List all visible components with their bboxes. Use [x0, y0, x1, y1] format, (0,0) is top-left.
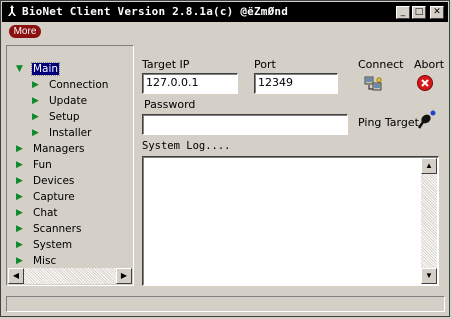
status-bar — [6, 296, 445, 312]
password-label: Password — [144, 98, 196, 111]
abort-icon[interactable] — [416, 74, 434, 95]
tree-item-label: Update — [49, 95, 88, 107]
tree-item-label: Fun — [33, 159, 52, 171]
ping-target-label: Ping Target — [358, 116, 419, 129]
system-log-textarea[interactable]: ▲ ▼ — [142, 156, 439, 286]
title-bar[interactable]: BioNet Client Version 2.8.1a(c) @ëZmØnd … — [2, 2, 448, 22]
tree-item-label: Setup — [49, 111, 80, 123]
log-scroll-track[interactable] — [421, 174, 437, 268]
collapsed-arrow-icon[interactable]: ▶ — [32, 96, 44, 106]
target-ip-label: Target IP — [142, 58, 190, 71]
password-input[interactable] — [142, 114, 348, 135]
collapsed-arrow-icon[interactable]: ▶ — [32, 128, 44, 138]
collapsed-arrow-icon[interactable]: ▶ — [32, 112, 44, 122]
tree-item-label: Capture — [33, 191, 75, 203]
tree-item-label: Main — [30, 62, 61, 76]
collapsed-arrow-icon[interactable]: ▶ — [16, 192, 28, 202]
tree-item-label: Installer — [49, 127, 92, 139]
system-log-label: System Log.... — [142, 140, 231, 152]
connect-label: Connect — [358, 58, 404, 71]
navigation-tree: ▼ Main ▶ Connection ▶ Update ▶ Setup ▶ Installer ▶… — [6, 45, 134, 286]
abort-label: Abort — [414, 58, 445, 71]
collapsed-arrow-icon[interactable]: ▶ — [16, 256, 28, 266]
collapsed-arrow-icon[interactable]: ▶ — [16, 144, 28, 154]
port-label: Port — [254, 58, 276, 71]
scroll-right-icon[interactable]: ▶ — [116, 268, 132, 284]
app-window: BioNet Client Version 2.8.1a(c) @ëZmØnd … — [0, 0, 450, 317]
collapsed-arrow-icon[interactable]: ▶ — [32, 80, 44, 90]
tree-item-label: Scanners — [33, 223, 82, 235]
scroll-left-icon[interactable]: ◀ — [8, 268, 24, 284]
tree-item-label: System — [33, 239, 73, 251]
collapsed-arrow-icon[interactable]: ▶ — [16, 224, 28, 234]
minimize-button[interactable]: _ — [396, 6, 410, 19]
connect-icon[interactable] — [364, 75, 384, 96]
app-icon — [7, 5, 17, 20]
scroll-track[interactable] — [24, 268, 116, 284]
scroll-down-icon[interactable]: ▼ — [421, 268, 437, 284]
collapsed-arrow-icon[interactable]: ▶ — [16, 208, 28, 218]
collapsed-arrow-icon[interactable]: ▶ — [16, 160, 28, 170]
tree-item-label: Misc — [33, 255, 57, 267]
tree-item-label: Connection — [49, 79, 109, 91]
expanded-arrow-icon[interactable]: ▼ — [16, 64, 28, 74]
collapsed-arrow-icon[interactable]: ▶ — [16, 240, 28, 250]
maximize-button[interactable]: □ — [412, 6, 426, 19]
tree-item-label: Chat — [33, 207, 58, 219]
port-input[interactable]: 12349 — [254, 73, 338, 94]
collapsed-arrow-icon[interactable]: ▶ — [16, 176, 28, 186]
tree-horizontal-scrollbar[interactable]: ◀ ▶ — [8, 268, 132, 284]
log-vertical-scrollbar[interactable]: ▲ ▼ — [421, 158, 437, 284]
target-ip-input[interactable]: 127.0.0.1 — [142, 73, 238, 94]
more-button[interactable]: More — [9, 25, 41, 38]
tree-item-label: Managers — [33, 143, 85, 155]
tree-item-label: Devices — [33, 175, 75, 187]
window-title: BioNet Client Version 2.8.1a(c) @ëZmØnd — [22, 5, 289, 18]
ping-target-icon[interactable] — [415, 109, 437, 134]
scroll-up-icon[interactable]: ▲ — [421, 158, 437, 174]
close-button[interactable]: ✕ — [430, 6, 444, 19]
